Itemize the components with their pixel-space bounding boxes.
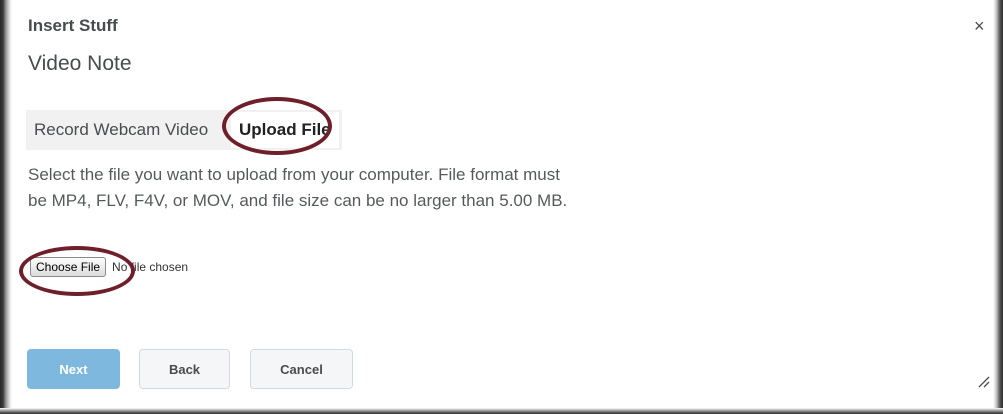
next-button[interactable]: Next [27, 349, 120, 389]
highlight-circle-upload-tab [222, 97, 332, 155]
upload-instructions: Select the file you want to upload from … [28, 165, 568, 210]
close-icon[interactable]: × [974, 17, 985, 35]
window-edge-right [993, 0, 1003, 414]
resize-handle-icon[interactable] [976, 374, 990, 388]
cancel-button[interactable]: Cancel [250, 349, 353, 389]
window-edge-left [0, 0, 12, 414]
back-button[interactable]: Back [139, 349, 230, 389]
window-edge-bottom [0, 408, 1003, 414]
page-title: Video Note [28, 52, 132, 75]
insert-stuff-dialog: Insert Stuff × Video Note Record Webcam … [0, 0, 1003, 414]
tab-record-webcam-video[interactable]: Record Webcam Video [26, 120, 224, 140]
highlight-circle-choose-file [19, 246, 135, 296]
dialog-title: Insert Stuff [28, 16, 118, 35]
